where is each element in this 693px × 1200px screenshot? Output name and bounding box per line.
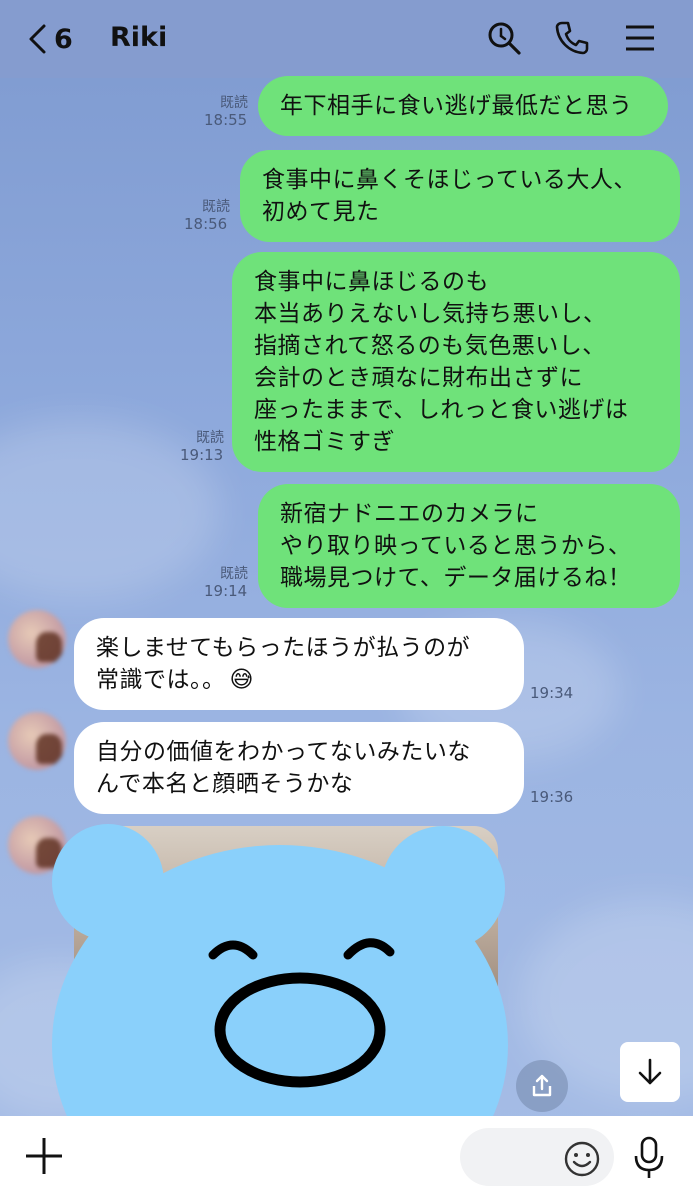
message-line: 新宿ナドニエのカメラに: [280, 501, 539, 527]
message-bubble-sent[interactable]: 食事中に鼻ほじるのも 本当ありえないし気持ち悪いし、 指摘されて怒るのも気色悪い…: [232, 252, 680, 472]
scroll-to-bottom-button[interactable]: [620, 1042, 680, 1102]
share-icon: [532, 1074, 552, 1097]
message-line: やり取り映っていると思うから、: [280, 533, 632, 559]
message-line: んで本名と顔晒そうかな: [96, 771, 354, 797]
arrow-down-icon: [638, 1058, 662, 1085]
plus-icon[interactable]: [24, 1136, 64, 1176]
read-receipt: 既読: [220, 95, 248, 111]
chat-title: Riki: [110, 22, 168, 53]
message-line: 食事中に鼻ほじるのも: [254, 269, 489, 295]
chat-header: 6 Riki: [0, 0, 693, 78]
message-line: 自分の価値をわかってないみたいな: [96, 739, 471, 765]
emoji: 😅: [229, 667, 254, 693]
message-bubble-sent[interactable]: 新宿ナドニエのカメラに やり取り映っていると思うから、 職場見つけて、データ届け…: [258, 484, 680, 608]
message-time: 19:34: [530, 684, 574, 702]
message-bubble-sent[interactable]: 食事中に鼻くそほじっている大人、 初めて見た: [240, 150, 680, 242]
message-line: 性格ゴミすぎ: [254, 429, 395, 455]
message-line: 本当ありえないし気持ち悪いし、: [254, 301, 607, 327]
message-line: 食事中に鼻くそほじっている大人、: [262, 167, 637, 193]
message-input-bar: [0, 1116, 693, 1200]
phone-icon[interactable]: [554, 20, 590, 56]
message-bubble-received[interactable]: 自分の価値をわかってないみたいな んで本名と顔晒そうかな: [74, 722, 524, 814]
avatar[interactable]: [8, 712, 66, 770]
message-line: 会計のとき頑なに財布出さずに: [254, 365, 583, 391]
message-time: 19:13: [180, 446, 224, 464]
message-line: 年下相手に食い逃げ最低だと思う: [280, 93, 633, 119]
message-time: 18:56: [184, 215, 228, 233]
read-receipt: 既読: [196, 430, 224, 446]
message-bubble-received[interactable]: 楽しませてもらったほうが払うのが 常識では。。 😅: [74, 618, 524, 710]
message-bubble-sent[interactable]: 年下相手に食い逃げ最低だと思う: [258, 76, 668, 136]
menu-icon[interactable]: [622, 20, 658, 56]
avatar[interactable]: [8, 610, 66, 668]
message-line: 初めて見た: [262, 199, 380, 225]
message-time: 19:36: [530, 788, 574, 806]
search-icon[interactable]: [486, 20, 522, 56]
chevron-left-icon: [29, 24, 46, 54]
message-line: 楽しませてもらったほうが払うのが: [96, 635, 471, 661]
share-button[interactable]: [516, 1060, 568, 1112]
message-line: 職場見つけて、データ届けるね！: [280, 565, 632, 591]
message-line: 座ったままで、しれっと食い逃げは: [254, 397, 629, 423]
message-time: 19:14: [204, 582, 248, 600]
microphone-icon[interactable]: [632, 1136, 666, 1180]
read-receipt: 既読: [220, 566, 248, 582]
message-time: 18:55: [204, 111, 248, 129]
back-button[interactable]: 6: [26, 18, 73, 60]
message-line: 常識では。。: [96, 667, 226, 693]
unread-count: 6: [54, 23, 73, 55]
read-receipt: 既読: [202, 199, 230, 215]
message-line: 指摘されて怒るのも気色悪いし、: [254, 333, 606, 359]
smiley-icon[interactable]: [563, 1140, 601, 1178]
